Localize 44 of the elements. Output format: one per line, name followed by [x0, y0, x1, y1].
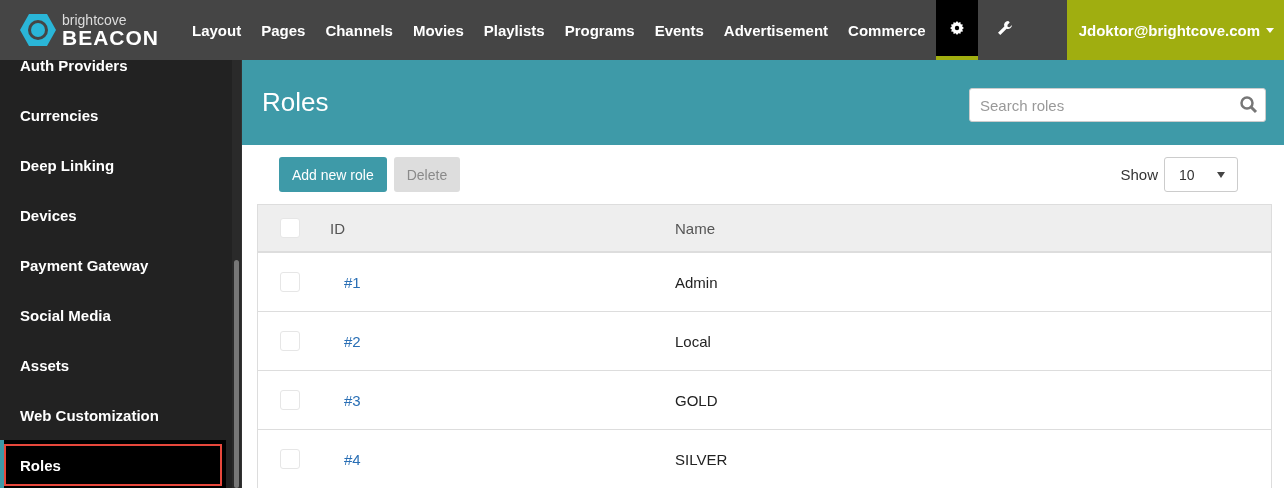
sidebar-item[interactable]: Deep Linking [0, 140, 226, 190]
sidebar-item[interactable]: Devices [0, 190, 226, 240]
role-id-link[interactable]: #2 [344, 332, 361, 350]
checkbox[interactable] [280, 218, 300, 238]
column-header[interactable]: ID [308, 204, 674, 252]
sidebar-item[interactable]: Social Media [0, 290, 226, 340]
checkbox[interactable] [280, 331, 300, 351]
checkbox[interactable] [280, 272, 300, 292]
settings-icon [949, 21, 964, 35]
scrollbar-thumb[interactable] [234, 260, 239, 488]
logo-icon [20, 13, 56, 47]
sidebar-item[interactable]: Roles [0, 440, 226, 488]
wrench-icon [996, 20, 1013, 36]
table-cell: SILVER [674, 429, 1272, 488]
checkbox[interactable] [280, 390, 300, 410]
role-id-link[interactable]: #3 [344, 391, 361, 409]
table-cell: Local [674, 311, 1272, 371]
page-title: Roles [262, 87, 329, 118]
nav-tab[interactable]: Programs [554, 0, 645, 60]
nav-tab[interactable]: Events [644, 0, 714, 60]
nav-tab[interactable]: Layout [182, 0, 252, 60]
nav-tab[interactable]: Movies [402, 0, 474, 60]
role-id-link[interactable]: #4 [344, 450, 361, 468]
sidebar-item[interactable]: Currencies [0, 90, 226, 140]
nav-tab[interactable]: Channels [315, 0, 403, 60]
table-cell: GOLD [674, 370, 1272, 430]
search-icon [1240, 96, 1258, 114]
nav-tab[interactable]: Advertisement [713, 0, 839, 60]
search-field[interactable]: Search roles [969, 88, 1266, 122]
sidebar-item[interactable]: Web Customization [0, 390, 226, 440]
sidebar-item[interactable]: Assets [0, 340, 226, 390]
role-id-link[interactable]: #1 [344, 273, 361, 291]
column-header[interactable]: Name [674, 204, 1272, 252]
nav-tab[interactable]: Pages [251, 0, 316, 60]
sidebar-item[interactable]: Payment Gateway [0, 240, 226, 290]
settings-button[interactable] [935, 0, 978, 60]
sidebar-item[interactable]: Auth Providers [0, 60, 226, 90]
nav-tab[interactable]: Commerce [838, 0, 936, 60]
show-label: Show [1120, 166, 1158, 183]
table-cell: Admin [674, 252, 1272, 312]
checkbox[interactable] [280, 449, 300, 469]
nav-tab[interactable]: Playlists [473, 0, 555, 60]
brand-name: brightcove [62, 12, 128, 27]
page-size-select[interactable]: 10 [1164, 157, 1238, 192]
